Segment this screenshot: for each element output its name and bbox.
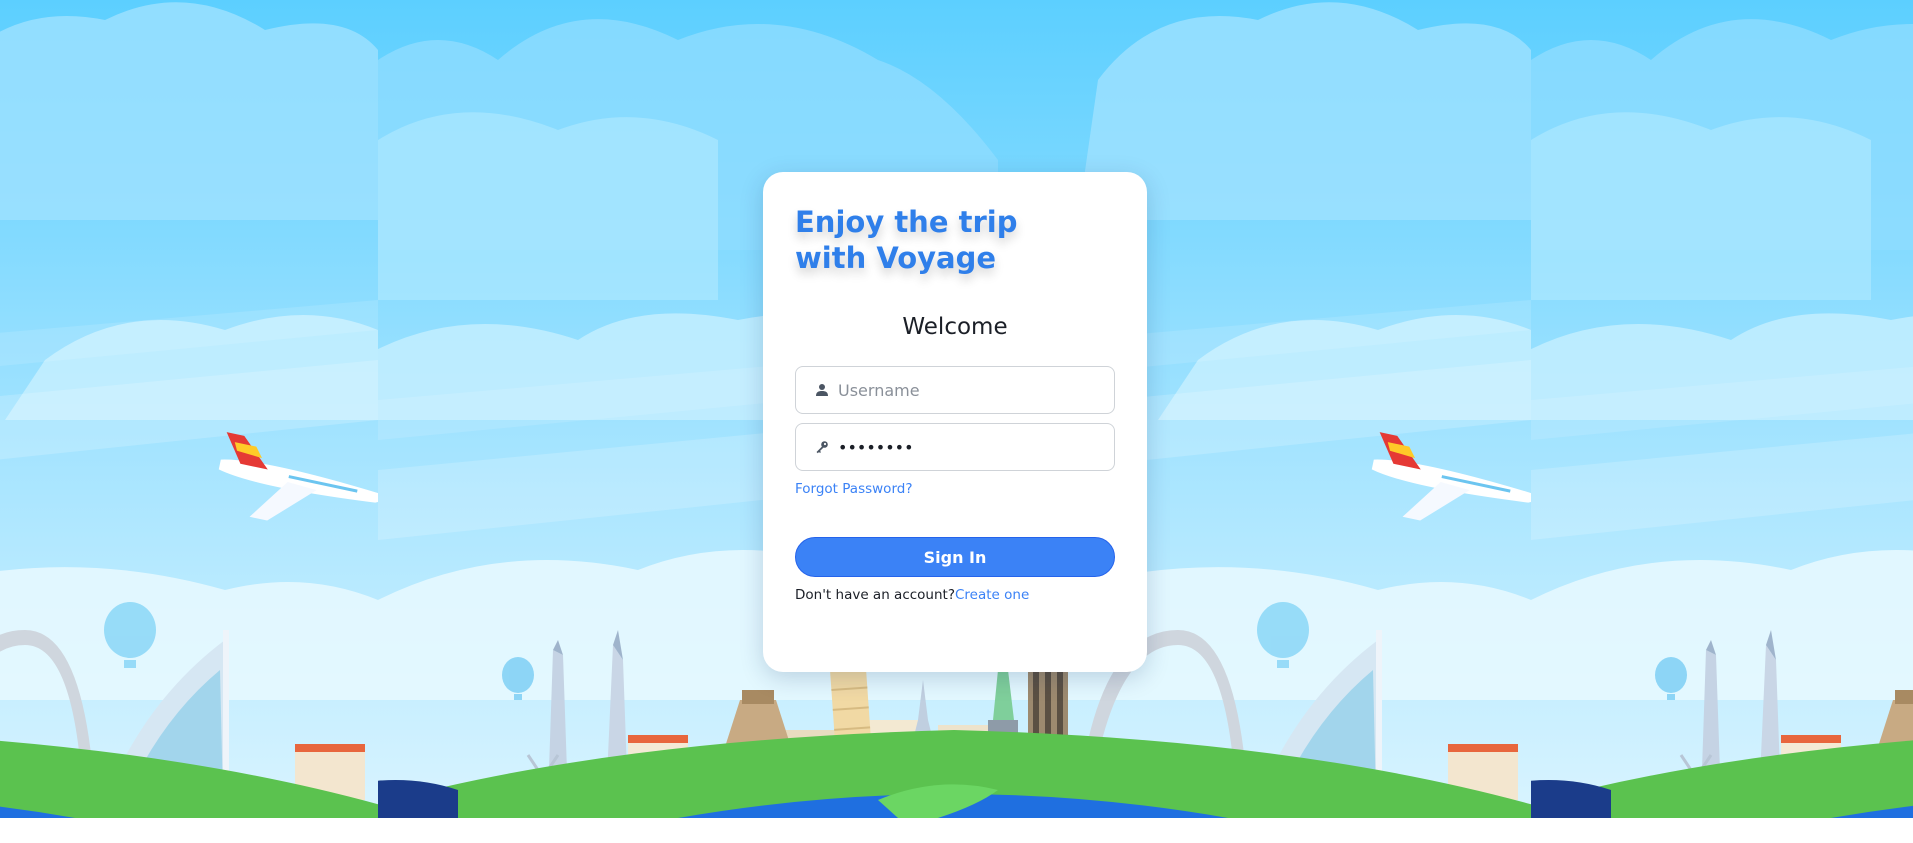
travel-landmarks-illustration [0,0,378,818]
background-tile-left [0,0,378,818]
sign-in-button[interactable]: Sign In [795,537,1115,577]
username-field[interactable] [795,366,1115,414]
user-icon [796,367,844,413]
username-input[interactable] [838,368,1088,412]
travel-landmarks-illustration [1531,0,1913,818]
login-card: Enjoy the trip with Voyage Welcome Forgo… [763,172,1147,672]
password-field[interactable] [795,423,1115,471]
background-tile-right [1531,0,1913,818]
forgot-password-link[interactable]: Forgot Password? [795,481,913,497]
key-icon [796,424,844,470]
create-account-link[interactable]: Create one [955,587,1029,603]
no-account-text: Don't have an account? [795,587,955,603]
signup-prompt: Don't have an account?Create one [795,587,1115,603]
password-input[interactable] [838,425,1088,469]
card-title: Enjoy the trip with Voyage [795,205,1018,275]
welcome-heading: Welcome [902,314,1008,340]
